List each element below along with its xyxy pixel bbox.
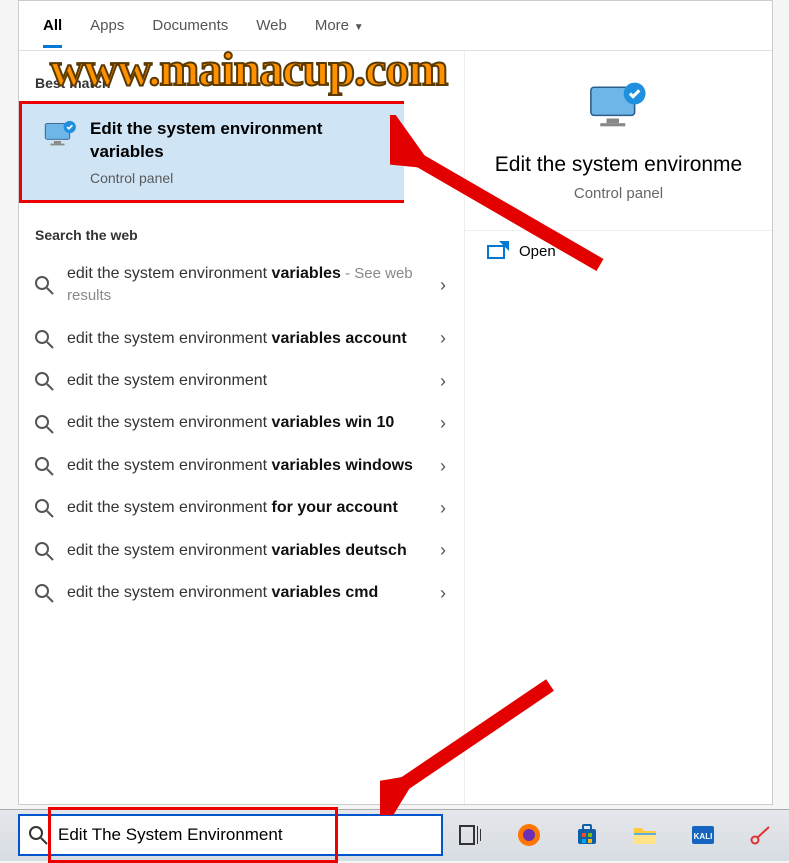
open-button[interactable]: Open xyxy=(465,230,772,272)
taskbar-search-box[interactable] xyxy=(18,814,443,856)
web-result-item[interactable]: edit the system environment for your acc… xyxy=(19,487,464,529)
search-tabs: All Apps Documents Web More ▼ xyxy=(19,1,772,51)
search-icon xyxy=(33,371,55,391)
file-explorer-icon[interactable] xyxy=(632,822,658,848)
search-results-panel: All Apps Documents Web More ▼ Best match… xyxy=(18,0,773,805)
best-match-result[interactable]: Edit the system environment variables Co… xyxy=(19,101,404,203)
control-panel-icon xyxy=(42,120,80,148)
section-best-match: Best match xyxy=(19,51,464,101)
tab-web[interactable]: Web xyxy=(256,3,287,48)
ms-store-icon[interactable] xyxy=(574,822,600,848)
open-icon xyxy=(487,245,505,259)
web-result-text: edit the system environment variables ac… xyxy=(67,328,440,350)
tab-all[interactable]: All xyxy=(43,3,62,48)
taskbar-icons: KALI xyxy=(458,809,774,861)
search-icon xyxy=(33,498,55,518)
control-panel-icon xyxy=(587,81,651,131)
web-result-text: edit the system environment for your acc… xyxy=(67,497,440,519)
best-match-title: Edit the system environment variables xyxy=(90,118,388,164)
chevron-right-icon: › xyxy=(440,498,446,519)
search-icon xyxy=(33,456,55,476)
web-result-text: edit the system environment variables de… xyxy=(67,540,440,562)
tab-apps[interactable]: Apps xyxy=(90,3,124,48)
search-icon xyxy=(33,329,55,349)
search-input[interactable] xyxy=(58,825,433,845)
search-icon xyxy=(28,825,48,845)
chevron-right-icon: › xyxy=(440,583,446,604)
search-icon xyxy=(33,541,55,561)
task-view-icon[interactable] xyxy=(458,822,484,848)
tab-more[interactable]: More ▼ xyxy=(315,3,364,48)
web-result-item[interactable]: edit the system environment variables wi… xyxy=(19,402,464,444)
snipping-icon[interactable] xyxy=(748,822,774,848)
results-left-column: Best match Edit the system environment v… xyxy=(19,51,464,804)
web-result-item[interactable]: edit the system environment variables cm… xyxy=(19,572,464,614)
chevron-right-icon: › xyxy=(440,328,446,349)
web-result-text: edit the system environment variables wi… xyxy=(67,455,440,477)
web-result-item[interactable]: edit the system environment variables wi… xyxy=(19,445,464,487)
search-icon xyxy=(33,414,55,434)
chevron-right-icon: › xyxy=(440,456,446,477)
open-label: Open xyxy=(519,243,556,260)
web-result-text: edit the system environment variables wi… xyxy=(67,412,440,434)
details-subtitle: Control panel xyxy=(465,185,772,202)
web-result-item[interactable]: edit the system environment variables ac… xyxy=(19,318,464,360)
section-web: Search the web xyxy=(19,203,464,253)
chevron-right-icon: › xyxy=(440,540,446,561)
web-results-list: edit the system environment variables - … xyxy=(19,253,464,615)
web-result-item[interactable]: edit the system environment› xyxy=(19,360,464,402)
chevron-right-icon: › xyxy=(440,275,446,296)
chevron-right-icon: › xyxy=(440,371,446,392)
svg-text:KALI: KALI xyxy=(694,832,713,841)
search-icon xyxy=(33,275,55,295)
details-panel: Edit the system environme Control panel … xyxy=(464,51,772,804)
web-result-text: edit the system environment variables cm… xyxy=(67,582,440,604)
chevron-right-icon: › xyxy=(440,413,446,434)
details-title: Edit the system environme xyxy=(477,153,760,177)
web-result-text: edit the system environment variables - … xyxy=(67,263,440,308)
app-icon-blue[interactable]: KALI xyxy=(690,822,716,848)
best-match-subtitle: Control panel xyxy=(90,170,388,186)
tab-documents[interactable]: Documents xyxy=(152,3,228,48)
search-icon xyxy=(33,583,55,603)
web-result-item[interactable]: edit the system environment variables - … xyxy=(19,253,464,318)
firefox-icon[interactable] xyxy=(516,822,542,848)
web-result-text: edit the system environment xyxy=(67,370,440,392)
web-result-item[interactable]: edit the system environment variables de… xyxy=(19,530,464,572)
chevron-down-icon: ▼ xyxy=(351,22,364,33)
